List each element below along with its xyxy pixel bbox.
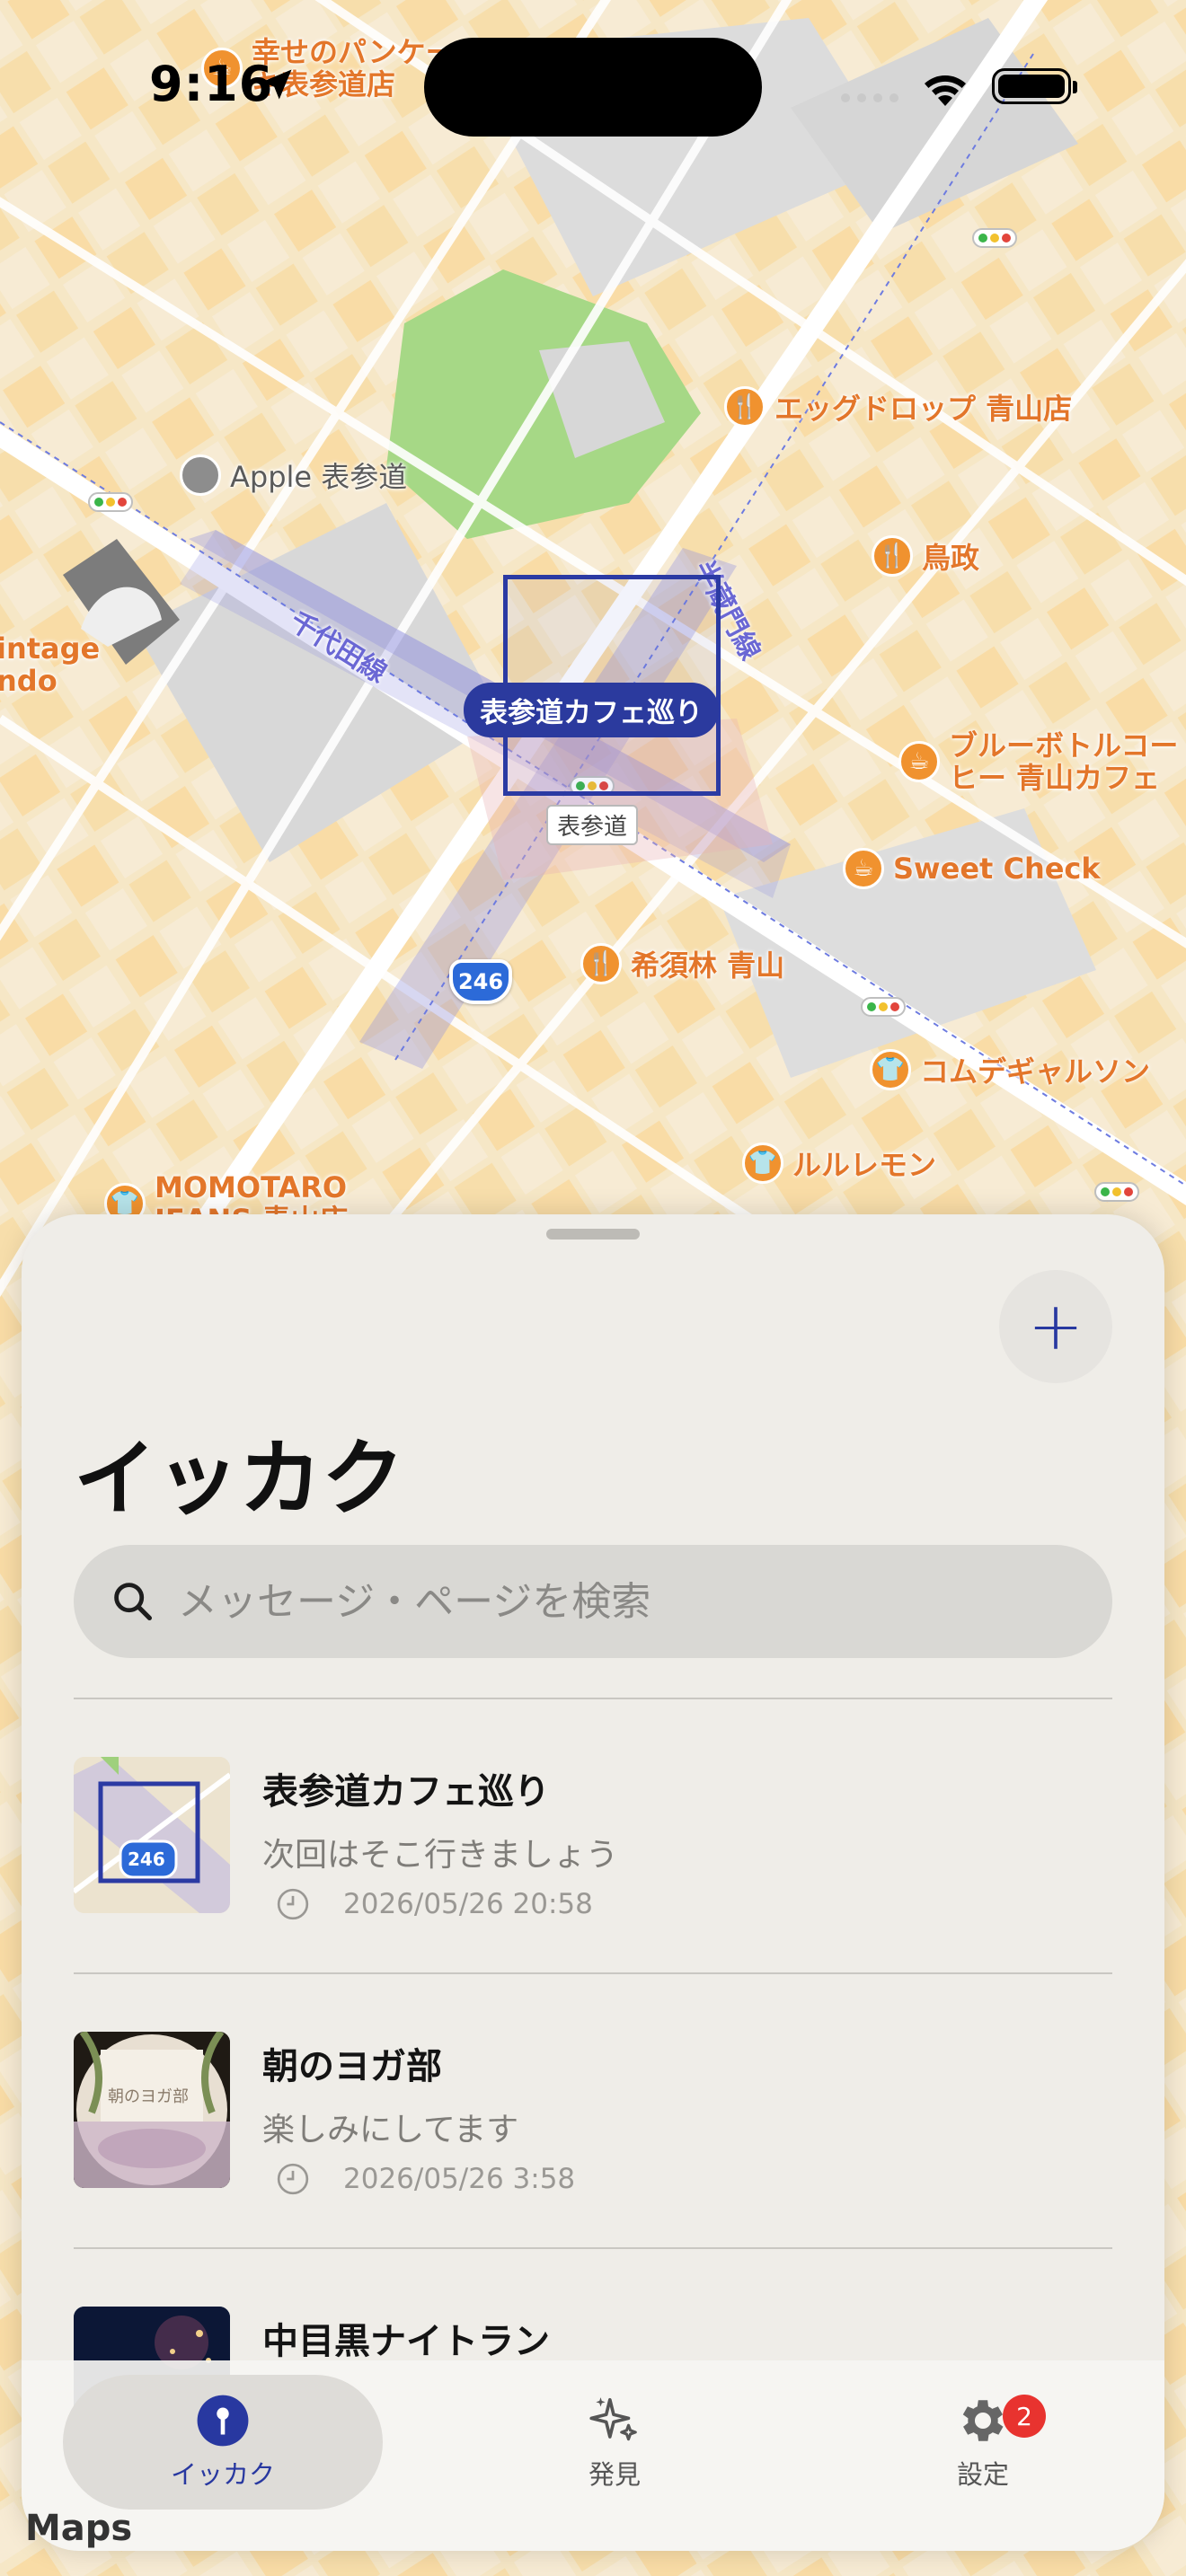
route-shield-icon: 246 bbox=[128, 1848, 165, 1870]
route-shield-icon: 246 bbox=[449, 959, 512, 1004]
sheet-grabber[interactable] bbox=[546, 1229, 640, 1239]
yoga-thumbnail bbox=[74, 2032, 230, 2188]
poi-commedesgarcons[interactable]: 👕 コムデギャルソン bbox=[870, 1049, 1150, 1090]
item-message: 楽しみにしてます bbox=[262, 2112, 519, 2148]
item-thumbnail-yoga: 朝のヨガ部 bbox=[74, 2032, 230, 2188]
traffic-signal-icon bbox=[861, 997, 906, 1017]
poi-apple[interactable]: Apple 表参道 bbox=[180, 454, 407, 496]
battery-icon bbox=[992, 68, 1077, 104]
page-title: イッカク bbox=[74, 1431, 405, 1527]
tab-discover[interactable]: 発見 bbox=[489, 2375, 740, 2510]
bottom-sheet[interactable]: + イッカク 246 表参道カフェ巡り bbox=[22, 1214, 1164, 2551]
apple-logo-icon bbox=[180, 454, 221, 496]
item-thumbnail-map: 246 bbox=[74, 1757, 230, 1913]
item-timestamp: 2026/05/26 20:58 bbox=[343, 1888, 593, 1920]
poi-lululemon[interactable]: 👕 ルルレモン bbox=[742, 1142, 936, 1184]
restaurant-icon: 🍴 bbox=[872, 535, 913, 577]
pin-icon bbox=[197, 2395, 249, 2447]
traffic-signal-icon bbox=[1094, 1182, 1139, 1202]
maps-attribution: Maps bbox=[25, 2508, 133, 2549]
search-input[interactable] bbox=[178, 1578, 987, 1625]
poi-kisurin[interactable]: 🍴 希須林 青山 bbox=[580, 943, 784, 984]
search-bar[interactable] bbox=[74, 1545, 1112, 1658]
item-timestamp: 2026/05/26 3:58 bbox=[343, 2163, 576, 2195]
traffic-signal-icon bbox=[88, 492, 133, 512]
cafe-icon: ☕ bbox=[843, 848, 884, 889]
clothing-icon: 👕 bbox=[742, 1142, 783, 1184]
list-item[interactable]: 246 表参道カフェ巡り 次回はそこ行きましょう 2026/05/26 20:5… bbox=[74, 1699, 1112, 1972]
item-message: 次回はそこ行きましょう bbox=[262, 1837, 619, 1874]
plus-icon: + bbox=[1027, 1288, 1084, 1365]
traffic-signal-icon bbox=[972, 228, 1017, 248]
tab-bar: イッカク 発見 設定 2 bbox=[22, 2360, 1164, 2551]
status-time: 9:16 bbox=[149, 56, 274, 112]
poi-sweetcheck[interactable]: ☕ Sweet Check bbox=[843, 848, 1101, 889]
map-thumbnail bbox=[74, 1757, 230, 1913]
tab-label: 発見 bbox=[588, 2459, 641, 2490]
restaurant-icon: 🍴 bbox=[580, 943, 622, 984]
notification-badge: 2 bbox=[1003, 2395, 1046, 2438]
location-arrow-icon bbox=[261, 69, 292, 100]
thumbnail-caption: 朝のヨガ部 bbox=[108, 2087, 189, 2106]
wifi-icon bbox=[925, 75, 966, 106]
poi-vintage[interactable]: intage ndo bbox=[0, 632, 100, 697]
item-title: 表参道カフェ巡り bbox=[262, 1771, 550, 1813]
station-label[interactable]: 表参道 bbox=[546, 805, 639, 845]
search-icon bbox=[114, 1583, 153, 1621]
tab-label: イッカク bbox=[170, 2459, 275, 2490]
sparkles-icon bbox=[589, 2397, 637, 2441]
clock-icon bbox=[277, 1888, 309, 1920]
poi-bluebottle[interactable]: ☕ ブルーボトルコー ヒー 青山カフェ bbox=[898, 729, 1178, 794]
list-item[interactable]: 朝のヨガ部 朝のヨガ部 楽しみにしてます 2026/05/26 3:58 bbox=[74, 1974, 1112, 2247]
item-title: 朝のヨガ部 bbox=[262, 2046, 442, 2087]
selected-area-label[interactable]: 表参道カフェ巡り bbox=[464, 683, 719, 737]
cafe-icon: ☕ bbox=[898, 741, 940, 782]
dynamic-island bbox=[424, 38, 762, 137]
clock-icon bbox=[277, 2163, 309, 2195]
restaurant-icon: 🍴 bbox=[724, 386, 766, 428]
tab-ikkaku[interactable]: イッカク bbox=[63, 2375, 383, 2510]
clothing-icon: 👕 bbox=[870, 1049, 911, 1090]
signal-dots-icon bbox=[841, 93, 898, 102]
poi-eggdrop[interactable]: 🍴 エッグドロップ 青山店 bbox=[724, 386, 1072, 428]
tab-label: 設定 bbox=[956, 2459, 1009, 2490]
poi-torimasa[interactable]: 🍴 鳥政 bbox=[872, 535, 979, 577]
item-title: 中目黒ナイトラン bbox=[262, 2321, 550, 2362]
add-button[interactable]: + bbox=[999, 1270, 1112, 1383]
tab-settings[interactable]: 設定 2 bbox=[857, 2375, 1109, 2510]
